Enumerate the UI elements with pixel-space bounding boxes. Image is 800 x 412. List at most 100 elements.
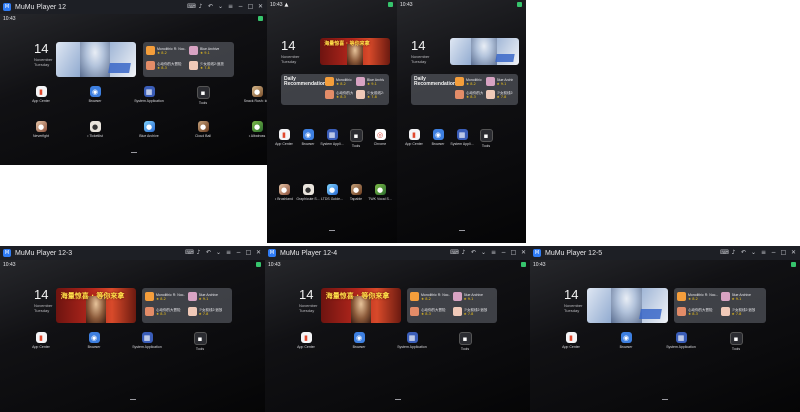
close-icon[interactable]: ✕: [790, 249, 797, 257]
promo-banner[interactable]: 海量惊喜 · 等你来拿: [56, 288, 136, 323]
recommended-game[interactable]: Monolithic R: Noc...★ 8.2: [325, 77, 354, 86]
promo-banner[interactable]: 海量惊喜 · 等你来拿: [320, 38, 390, 65]
close-icon[interactable]: ✕: [520, 249, 527, 257]
app-shortcut[interactable]: ● TWK Vocal S...: [368, 184, 392, 201]
minimize-icon[interactable]: −: [237, 3, 244, 11]
back-icon[interactable]: ↶: [740, 249, 747, 257]
app-shortcut[interactable]: ● LTDS Golde...: [320, 184, 344, 201]
promo-banner[interactable]: [587, 288, 668, 323]
keyboard-icon[interactable]: ⌨: [185, 249, 194, 257]
recommended-game[interactable]: Blue Archive★ 9.1: [720, 292, 763, 301]
recommended-game[interactable]: 少女前线2:追放★ 7.8: [356, 90, 385, 99]
recommended-game[interactable]: Blue Archive★ 9.1: [452, 292, 494, 301]
recommended-game[interactable]: 心动你的大冒险★ 8.3: [677, 307, 719, 316]
recommended-game[interactable]: Blue Archive★ 9.1: [189, 46, 230, 55]
maximize-icon[interactable]: □: [780, 249, 787, 257]
app-shortcut[interactable]: ▪ Tools: [721, 332, 751, 351]
app-shortcut[interactable]: ● Cloud Ball: [188, 121, 218, 138]
maximize-icon[interactable]: □: [510, 249, 517, 257]
keyboard-icon[interactable]: ⌨: [450, 249, 459, 257]
app-shortcut[interactable]: ● Blue Archive: [134, 121, 164, 138]
app-shortcut[interactable]: ● • Ticketlist: [80, 121, 110, 138]
recommended-game[interactable]: Blue Archive★ 9.1: [187, 292, 229, 301]
app-shortcut[interactable]: ▦ System Application: [132, 332, 162, 349]
app-shortcut[interactable]: ▦ System Appli...: [320, 129, 344, 146]
back-icon[interactable]: ↶: [470, 249, 477, 257]
app-shortcut[interactable]: ▦ System Appli...: [450, 129, 474, 146]
recommended-game[interactable]: 心动你的大冒险★ 8.3: [325, 90, 354, 99]
app-shortcut[interactable]: ◉ Browser: [611, 332, 641, 349]
chevron-down-icon[interactable]: ⌄: [750, 249, 757, 257]
recommended-game[interactable]: 少女前线2:追放★ 7.8: [485, 90, 515, 99]
volume-icon[interactable]: ♪: [730, 249, 737, 257]
app-shortcut[interactable]: ● Neverfight: [26, 121, 56, 138]
app-shortcut[interactable]: ▪ Tools: [185, 332, 215, 351]
app-shortcut[interactable]: ▦ System Application: [397, 332, 427, 349]
recommended-game[interactable]: 少女前线2:追放★ 7.8: [452, 307, 494, 316]
home-indicator[interactable]: [129, 399, 136, 400]
app-shortcut[interactable]: ▮ App Center: [26, 332, 56, 349]
app-shortcut[interactable]: ◉ Browser: [426, 129, 450, 146]
app-shortcut[interactable]: ● Snack Rush: Idle: [242, 86, 267, 103]
app-shortcut[interactable]: ▮ App Center: [291, 332, 321, 349]
menu-icon[interactable]: ≡: [760, 249, 767, 257]
recommended-game[interactable]: Monolithic R: Noc...★ 8.2: [455, 77, 484, 86]
keyboard-icon[interactable]: ⌨: [187, 3, 196, 11]
chevron-down-icon[interactable]: ⌄: [217, 3, 224, 11]
chevron-down-icon[interactable]: ⌄: [480, 249, 487, 257]
chevron-down-icon[interactable]: ⌄: [215, 249, 222, 257]
recommended-game[interactable]: 少女前线2:追放★ 7.8: [720, 307, 763, 316]
maximize-icon[interactable]: □: [245, 249, 252, 257]
app-shortcut[interactable]: ▮ App Center: [272, 129, 296, 146]
menu-icon[interactable]: ≡: [225, 249, 232, 257]
menu-icon[interactable]: ≡: [227, 3, 234, 11]
promo-banner[interactable]: 海量惊喜 · 等你来拿: [321, 288, 401, 323]
home-indicator[interactable]: [394, 399, 401, 400]
app-shortcut[interactable]: ▪ Tools: [450, 332, 480, 351]
app-shortcut[interactable]: ▦ System Application: [666, 332, 696, 349]
app-shortcut[interactable]: ▪ Tools: [188, 86, 218, 105]
app-shortcut[interactable]: ● • Albatross: [242, 121, 267, 138]
app-shortcut[interactable]: ◉ Browser: [344, 332, 374, 349]
minimize-icon[interactable]: −: [500, 249, 507, 257]
home-indicator[interactable]: [329, 230, 335, 231]
recommended-game[interactable]: Monolithic R: Noc...★ 8.2: [410, 292, 451, 301]
keyboard-icon[interactable]: ⌨: [720, 249, 729, 257]
recommended-game[interactable]: 少女前线2:追放★ 7.8: [189, 61, 230, 70]
volume-icon[interactable]: ♪: [197, 3, 204, 11]
app-shortcut[interactable]: ▮ App Center: [26, 86, 56, 103]
app-shortcut[interactable]: ● Tapable: [344, 184, 368, 201]
menu-icon[interactable]: ≡: [490, 249, 497, 257]
home-indicator[interactable]: [458, 230, 465, 231]
recommended-game[interactable]: Blue Archive★ 9.1: [485, 77, 515, 86]
home-indicator[interactable]: [130, 152, 137, 153]
app-shortcut[interactable]: ◎ Chrome: [368, 129, 392, 146]
app-shortcut[interactable]: ▮ App Center: [402, 129, 426, 146]
recommended-game[interactable]: Monolithic R: Noc...★ 8.2: [677, 292, 719, 301]
back-icon[interactable]: ↶: [205, 249, 212, 257]
recommended-game[interactable]: Blue Archive★ 9.1: [356, 77, 385, 86]
recommended-game[interactable]: 少女前线2:追放★ 7.8: [187, 307, 229, 316]
app-shortcut[interactable]: ◉ Browser: [79, 332, 109, 349]
app-shortcut[interactable]: ▪ Tools: [344, 129, 368, 148]
back-icon[interactable]: ↶: [207, 3, 214, 11]
app-shortcut[interactable]: ● • Brushland: [272, 184, 296, 201]
minimize-icon[interactable]: −: [235, 249, 242, 257]
app-shortcut[interactable]: ● Graphicute S...: [296, 184, 320, 201]
promo-banner[interactable]: [450, 38, 519, 65]
close-icon[interactable]: ✕: [255, 249, 262, 257]
volume-icon[interactable]: ♪: [195, 249, 202, 257]
app-shortcut[interactable]: ▪ Tools: [474, 129, 498, 148]
promo-banner[interactable]: [56, 42, 136, 77]
recommended-game[interactable]: 心动你的大冒险★ 8.3: [146, 61, 187, 70]
app-shortcut[interactable]: ◉ Browser: [296, 129, 320, 146]
recommended-game[interactable]: Monolithic R: Noc...★ 8.2: [145, 292, 186, 301]
recommended-game[interactable]: Monolithic R: Noc...★ 8.2: [146, 46, 187, 55]
recommended-game[interactable]: 心动你的大冒险★ 8.3: [410, 307, 451, 316]
close-icon[interactable]: ✕: [257, 3, 264, 11]
minimize-icon[interactable]: −: [770, 249, 777, 257]
volume-icon[interactable]: ♪: [460, 249, 467, 257]
maximize-icon[interactable]: □: [247, 3, 254, 11]
recommended-game[interactable]: 心动你的大冒险★ 8.3: [455, 90, 484, 99]
app-shortcut[interactable]: ▮ App Center: [556, 332, 586, 349]
